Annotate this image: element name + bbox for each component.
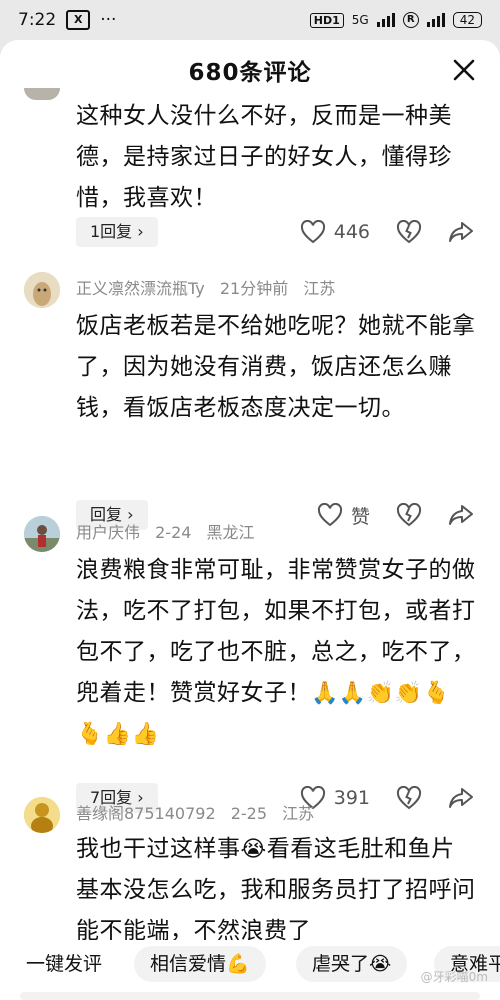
comment-meta: 用户庆伟 2-24 黑龙江 [76,519,265,543]
comment-text: 这种女人没什么不好，反而是一种美德，是持家过日子的好女人，懂得珍惜，我喜欢！ [76,103,452,211]
status-time: 7:22 [18,10,57,30]
quick-comment-label[interactable]: 一键发评 [26,946,102,982]
share-icon [449,222,473,242]
comments-sheet: 680条评论 这种女人没什么不好，反而是一种美德，是持家过日子的好女人，懂得珍惜… [0,40,500,1000]
broken-heart-icon [396,220,422,244]
battery-icon: 42 [452,12,482,28]
close-icon[interactable] [450,56,478,84]
share-icon [449,505,473,525]
comment-actions: 446 [274,217,474,247]
avatar[interactable] [24,516,60,552]
heart-icon [317,503,342,527]
dislike-button[interactable] [396,503,422,527]
reply-button[interactable]: 1回复 › [76,217,158,247]
signal-icon-2 [426,13,445,27]
like-count: 446 [333,221,370,243]
share-button[interactable] [448,503,474,527]
like-count: 赞 [350,505,370,528]
comment-text: 我也干过这样事😭看看这毛肚和鱼片基本没怎么吃，我和服务员打了招呼问能不能端，不然… [76,829,476,952]
comment-emoji: 😭 [240,837,267,862]
avatar-image [24,797,60,833]
comment-meta: 正义凛然漂流瓶Ty 21分钟前 江苏 [76,275,345,299]
like-button[interactable]: 赞 [317,502,370,529]
avatar[interactable] [24,272,60,308]
comment-time: 2-24 [155,523,192,542]
author-name[interactable]: 正义凛然漂流瓶Ty [76,279,205,298]
like-button[interactable]: 446 [300,220,370,244]
comment-text: 饭店老板若是不给她吃呢？她就不能拿了，因为她没有消费，饭店还怎么赚钱，看饭店老板… [76,313,476,421]
broken-heart-icon [396,503,422,527]
dislike-button[interactable] [396,220,422,244]
app-badge-icon: X [66,10,91,30]
heart-icon [300,220,325,244]
comment-time: 21分钟前 [219,279,289,298]
hd-badge: HD1 [309,12,344,28]
avatar-image [24,516,60,552]
avatar[interactable] [24,797,60,833]
bottom-indicator [20,992,480,1000]
status-bar: 7:22 X ··· HD1 5G R 42 [0,0,500,40]
broken-heart-icon [396,786,422,810]
comment-text: 浪费粮食非常可耻，非常赞赏女子的做法，吃不了打包，如果不打包，或者打包不了，吃了… [76,550,476,755]
network-label: 5G [351,13,369,27]
comment-text-part-a: 我也干过这样事 [76,836,241,862]
r-badge: R [402,12,419,28]
dislike-button[interactable] [396,786,422,810]
quick-chip[interactable]: 虐哭了😭 [296,946,408,982]
quick-comment-bar: 一键发评 相信爱情💪 虐哭了😭 意难平 @牙彩喵0m [0,940,500,1000]
like-count: 391 [333,787,370,809]
signal-icon [376,13,395,27]
share-button[interactable] [448,786,474,810]
comment-location: 黑龙江 [206,523,255,542]
comment-location: 江苏 [282,804,315,823]
author-name[interactable]: 善缘阁875140792 [76,804,216,823]
watermark: @牙彩喵0m [420,970,488,984]
avatar-image [24,272,60,308]
comments-title: 680条评论 [188,60,312,86]
sheet-header: 680条评论 [0,40,500,100]
share-icon [449,788,473,808]
author-name[interactable]: 用户庆伟 [76,523,140,542]
comment-location: 江苏 [303,279,336,298]
comment-meta: 善缘阁875140792 2-25 江苏 [76,800,324,824]
more-dots: ··· [100,10,117,30]
share-button[interactable] [448,220,474,244]
comment-actions: 赞 [291,500,474,530]
comment-time: 2-25 [230,804,268,823]
quick-chip[interactable]: 相信爱情💪 [134,946,266,982]
